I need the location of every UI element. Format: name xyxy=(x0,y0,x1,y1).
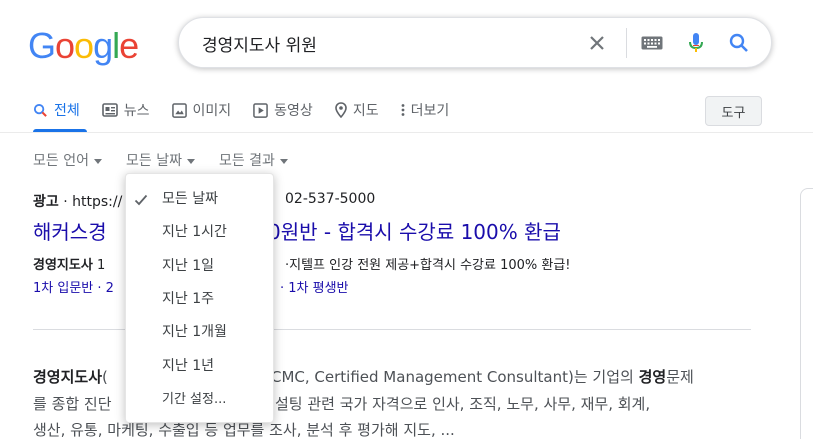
tab-all[interactable]: 전체 xyxy=(33,96,80,124)
snippet-line: 를 종합 진단 xyxy=(33,395,112,413)
knowledge-panel-edge xyxy=(800,188,813,439)
language-filter[interactable]: 모든 언어 xyxy=(33,150,102,170)
tab-news[interactable]: 뉴스 xyxy=(101,96,150,124)
snippet-line: CMC, Certified Management Consultant)는 기… xyxy=(271,366,694,387)
more-icon xyxy=(401,104,404,116)
caret-down-icon xyxy=(186,158,195,164)
date-filter[interactable]: 모든 날짜 xyxy=(126,150,195,170)
keyboard-icon[interactable] xyxy=(640,31,664,55)
google-logo[interactable]: G o o g l e xyxy=(28,25,139,66)
menu-item-past-year[interactable]: 지난 1년 xyxy=(162,355,214,375)
menu-item-past-week[interactable]: 지난 1주 xyxy=(162,288,214,308)
snippet-line: 경영지도사( xyxy=(33,366,108,387)
search-divider xyxy=(626,28,627,58)
ad-sitelinks-continued[interactable]: · 1차 평생반 xyxy=(280,277,349,296)
filter-bar: 모든 언어 모든 날짜 모든 결과 xyxy=(33,150,312,170)
logo-letter: o xyxy=(74,25,94,66)
tab-label: 이미지 xyxy=(192,103,232,119)
menu-item-past-hour[interactable]: 지난 1시간 xyxy=(162,221,227,241)
ad-label: 광고 xyxy=(33,194,59,210)
clear-icon[interactable] xyxy=(585,31,609,55)
ad-description-continued: ·지텔프 인강 전원 제공+합격시 수강료 100% 환급! xyxy=(285,258,571,273)
map-pin-icon xyxy=(335,102,347,118)
mic-icon[interactable] xyxy=(684,31,708,55)
caret-down-icon xyxy=(93,158,102,164)
filter-label: 모든 날짜 xyxy=(125,153,182,169)
ad-desc-bold: 경영지도사 xyxy=(33,258,93,273)
menu-item-any-time[interactable]: 모든 날짜 xyxy=(162,188,218,208)
image-icon xyxy=(171,102,187,118)
ad-sitelinks[interactable]: 1차 입문반 · 2 xyxy=(33,277,114,296)
snippet-line: 설팅 관련 국가 자격으로 인사, 조직, 노무, 사무, 재무, 회계, xyxy=(275,395,651,413)
tab-label: 더보기 xyxy=(410,103,450,119)
search-icon xyxy=(33,103,47,117)
tab-label: 뉴스 xyxy=(123,103,150,119)
video-icon xyxy=(253,102,268,118)
news-icon xyxy=(101,103,118,117)
filter-label: 모든 언어 xyxy=(33,153,89,169)
tab-maps[interactable]: 지도 xyxy=(335,96,379,124)
ad-desc-text: 1 xyxy=(92,258,106,273)
tab-videos[interactable]: 동영상 xyxy=(253,96,313,124)
snippet-text: CMC, Certified Management Consultant)는 기… xyxy=(271,368,639,386)
logo-letter: G xyxy=(28,25,56,66)
ad-phone[interactable]: 02-537-5000 xyxy=(285,191,375,207)
ad-title[interactable]: 해커스경 xyxy=(33,216,107,245)
check-icon xyxy=(134,194,148,206)
search-input[interactable]: 경영지도사 위원 xyxy=(202,31,317,56)
filter-label: 모든 결과 xyxy=(218,153,275,169)
menu-item-past-day[interactable]: 지난 1일 xyxy=(162,255,214,275)
ad-title-continued[interactable]: 0원반 - 합격시 수강료 100% 환급 xyxy=(268,216,561,245)
snippet-bold: 경영 xyxy=(638,368,667,386)
snippet-text: 문제 xyxy=(666,368,694,386)
date-filter-menu: 모든 날짜 지난 1시간 지난 1일 지난 1주 지난 1개월 지난 1년 기간… xyxy=(125,173,274,423)
snippet-text: ( xyxy=(102,368,108,386)
logo-letter: o xyxy=(55,25,75,66)
ad-header: 광고 · https:// xyxy=(33,194,123,210)
caret-down-icon xyxy=(279,158,288,164)
tab-more[interactable]: 더보기 xyxy=(401,96,450,124)
logo-letter: l xyxy=(112,25,120,66)
tab-label: 동영상 xyxy=(274,103,313,119)
ad-url[interactable]: https:// xyxy=(72,194,122,210)
tab-label: 전체 xyxy=(54,103,80,119)
menu-item-custom-range[interactable]: 기간 설정... xyxy=(162,388,226,407)
ad-description: 경영지도사 1 xyxy=(33,254,105,273)
search-icon[interactable] xyxy=(727,31,751,55)
tab-images[interactable]: 이미지 xyxy=(171,96,232,124)
results-filter[interactable]: 모든 결과 xyxy=(219,150,288,170)
snippet-bold: 경영지도사 xyxy=(33,368,103,386)
menu-item-past-month[interactable]: 지난 1개월 xyxy=(162,321,227,341)
search-box[interactable]: 경영지도사 위원 xyxy=(178,17,772,68)
tools-button[interactable]: 도구 xyxy=(705,96,762,126)
header-divider xyxy=(0,132,813,133)
logo-letter: e xyxy=(119,25,139,66)
tab-label: 지도 xyxy=(352,103,379,119)
search-tabs: 전체 뉴스 이미지 동영상 지도 더보기 xyxy=(33,96,471,132)
logo-letter: g xyxy=(93,25,113,66)
